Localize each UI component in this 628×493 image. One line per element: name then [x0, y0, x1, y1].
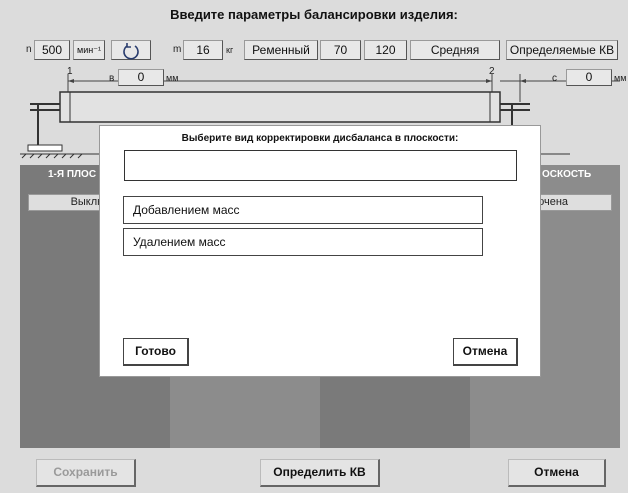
mass-unit: кг	[226, 45, 234, 55]
option-remove-mass[interactable]: Удалением масс	[123, 228, 483, 256]
speed-unit: мин⁻¹	[73, 40, 105, 60]
m-label: m	[173, 44, 182, 55]
b-unit: мм	[166, 73, 179, 83]
selection-field[interactable]	[124, 150, 517, 181]
page-title: Введите параметры балансировки изделия:	[170, 7, 458, 22]
rotate-icon	[123, 43, 139, 60]
correction-type-dialog: Выберите вид корректировки дисбаланса в …	[99, 125, 541, 377]
drive-type-button[interactable]: Ременный	[244, 40, 318, 60]
point-1-label: 1	[67, 66, 73, 77]
c-unit: мм	[614, 73, 627, 83]
param-120-input[interactable]: 120	[364, 40, 407, 60]
speed-input[interactable]: 500	[34, 40, 70, 60]
c-offset-input[interactable]: 0	[566, 69, 612, 86]
mode-button[interactable]: Средняя	[410, 40, 500, 60]
b-offset-input[interactable]: 0	[118, 69, 164, 86]
plane-2-heading: ОСКОСТЬ	[542, 169, 592, 180]
balancing-window: Введите параметры балансировки изделия: …	[0, 0, 628, 493]
point-2-label: 2	[489, 66, 495, 77]
param-70-input[interactable]: 70	[320, 40, 361, 60]
define-kv-button[interactable]: Определить КВ	[260, 459, 380, 487]
c-label: с	[552, 73, 557, 84]
save-button[interactable]: Сохранить	[36, 459, 136, 487]
cancel-button[interactable]: Отмена	[508, 459, 606, 487]
plane-1-heading: 1-Я ПЛОС	[48, 169, 97, 180]
n-label: n	[26, 44, 32, 55]
kv-button[interactable]: Определяемые КВ	[506, 40, 618, 60]
rotation-direction-button[interactable]	[111, 40, 151, 60]
dialog-ok-button[interactable]: Готово	[123, 338, 189, 366]
b-label: в	[109, 73, 115, 84]
dialog-title: Выберите вид корректировки дисбаланса в …	[181, 133, 459, 144]
option-add-mass[interactable]: Добавлением масс	[123, 196, 483, 224]
mass-input[interactable]: 16	[183, 40, 223, 60]
dialog-cancel-button[interactable]: Отмена	[453, 338, 518, 366]
